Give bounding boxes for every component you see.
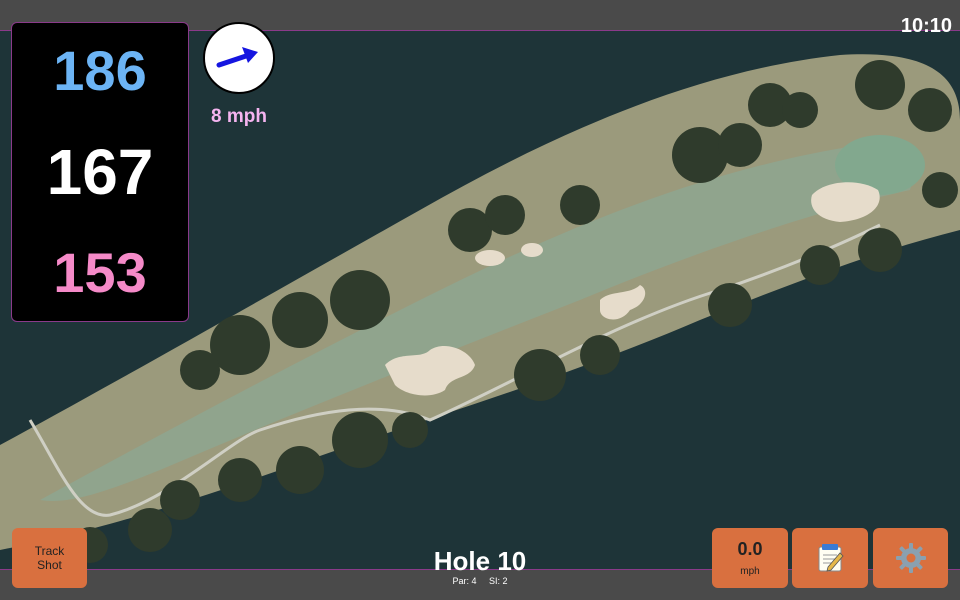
- hole-stroke-index: SI: 2: [489, 576, 508, 586]
- track-shot-button[interactable]: Track Shot: [12, 528, 87, 588]
- clock: 10:10: [900, 15, 952, 37]
- back-yardage: 186: [53, 39, 147, 103]
- speed-unit: mph: [740, 566, 760, 577]
- speed-value: 0.0: [737, 539, 763, 559]
- hole-details: Par: 4 SI: 2: [380, 576, 580, 586]
- hole-info: Hole 10 Par: 4 SI: 2: [380, 548, 580, 586]
- front-yardage: 153: [53, 240, 147, 304]
- middle-yardage: 167: [46, 135, 154, 208]
- yardage-panel: 186 167 153: [11, 22, 189, 322]
- track-shot-label-1: Track: [34, 544, 65, 558]
- notes-button[interactable]: [792, 528, 868, 588]
- track-shot-label-2: Shot: [37, 558, 62, 572]
- settings-button[interactable]: [873, 528, 948, 588]
- notepad-icon: [818, 544, 844, 572]
- hole-title: Hole 10: [433, 546, 527, 576]
- hole-par: Par: 4: [452, 576, 477, 586]
- speed-button[interactable]: 0.0 mph: [712, 528, 788, 588]
- wind-speed: 8 mph: [211, 106, 267, 127]
- wind-direction-dial: [203, 22, 275, 94]
- gear-icon: [895, 543, 926, 573]
- wind-arrow-icon: [216, 47, 258, 68]
